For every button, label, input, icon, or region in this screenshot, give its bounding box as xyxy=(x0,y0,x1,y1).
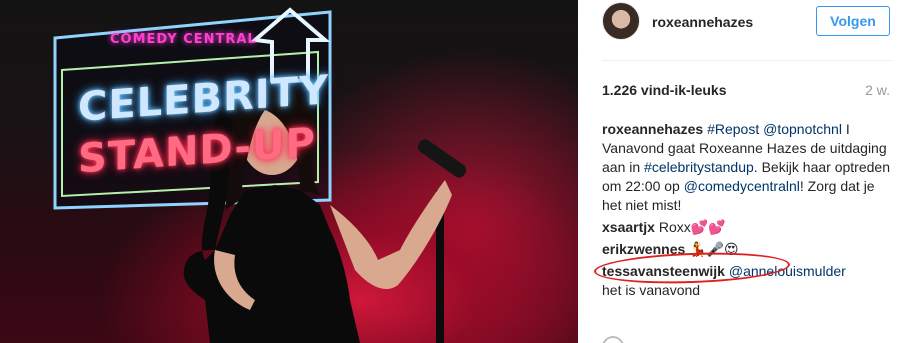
microphone xyxy=(417,139,467,178)
comment-text: het is vanavond xyxy=(602,282,701,298)
heart-outline-icon[interactable] xyxy=(602,336,624,343)
avatar[interactable] xyxy=(602,2,640,40)
mention-topnotchnl[interactable]: @topnotchnl xyxy=(763,121,842,137)
caption-username[interactable]: roxeannehazes xyxy=(602,121,703,137)
comments-list: roxeannehazes #Repost @topnotchnl I Vana… xyxy=(593,120,894,303)
post-header: roxeannehazes Volgen xyxy=(578,0,902,60)
post-side-panel: roxeannehazes Volgen 1.226 vind-ik-leuks… xyxy=(578,0,902,343)
comment-username[interactable]: erikzwennes xyxy=(602,241,685,257)
comment-mention[interactable]: @annelouismulder xyxy=(729,263,846,279)
hashtag-celebritystandup[interactable]: #celebritystandup xyxy=(644,159,754,175)
mention-comedycentralnl[interactable]: @comedycentralnl xyxy=(684,178,800,194)
likes-count[interactable]: 1.226 vind-ik-leuks xyxy=(602,82,727,98)
post-username[interactable]: roxeannehazes xyxy=(652,14,753,30)
comment-username[interactable]: tessavansteenwijk xyxy=(602,263,725,279)
post-photo[interactable]: COMEDY CENTRAL CELEBRITY STAND-UP xyxy=(0,0,578,343)
sign-brand-text: COMEDY CENTRAL xyxy=(110,32,257,47)
caption: roxeannehazes #Repost @topnotchnl I Vana… xyxy=(602,120,894,215)
hashtag-repost[interactable]: #Repost xyxy=(707,121,759,137)
comment-item: erikzwennes 💃🎤😍 xyxy=(602,240,894,259)
comment-text: Roxx💕💕 xyxy=(658,219,726,235)
comment-username[interactable]: xsaartjx xyxy=(602,219,655,235)
comment-item: xsaartjx Roxx💕💕 xyxy=(602,218,894,237)
follow-button[interactable]: Volgen xyxy=(816,6,890,36)
comment-item: tessavansteenwijk @annelouismulder het i… xyxy=(602,262,894,300)
post-age[interactable]: 2 w. xyxy=(865,82,890,98)
performer-arm xyxy=(330,180,452,290)
comment-text: 💃🎤😍 xyxy=(689,241,739,257)
header-divider xyxy=(602,60,892,61)
